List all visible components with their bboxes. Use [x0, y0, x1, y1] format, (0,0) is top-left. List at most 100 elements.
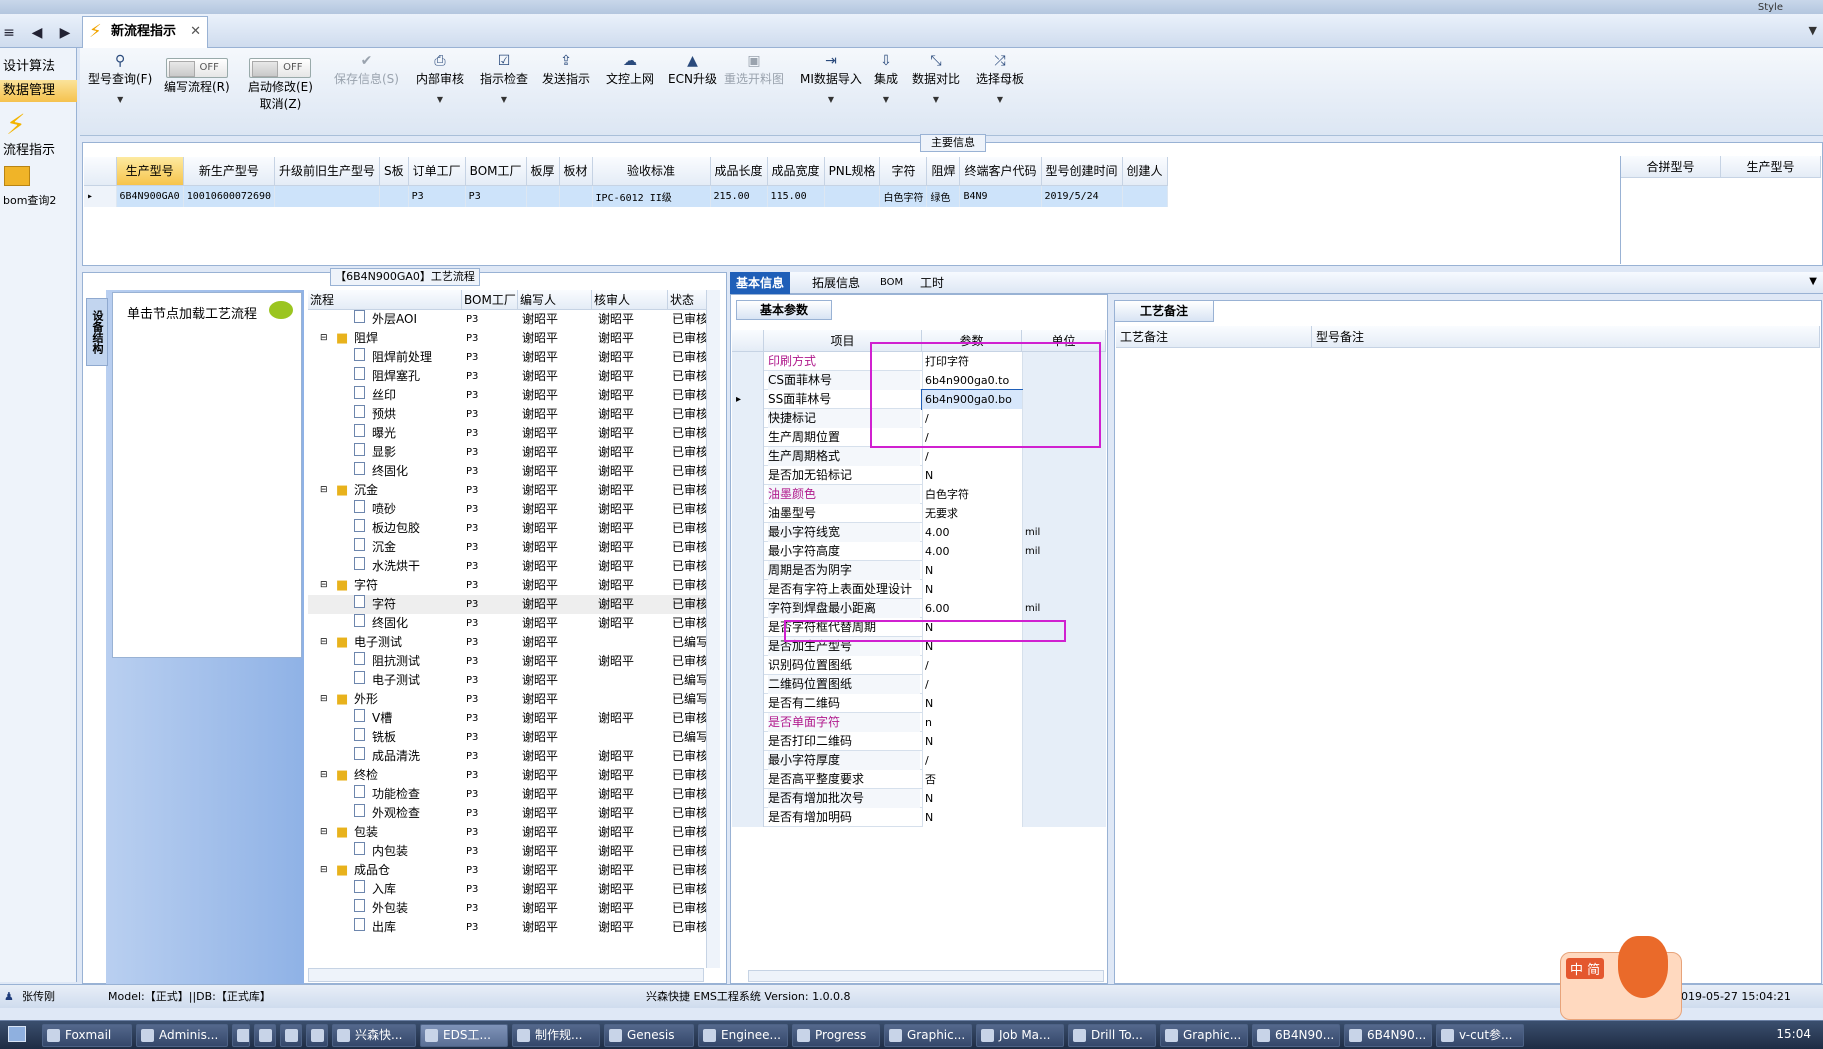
process-notes-tab[interactable]: 工艺备注: [1114, 300, 1214, 322]
forward-arrow-icon[interactable]: ▶: [56, 24, 74, 42]
row-header[interactable]: [732, 770, 764, 789]
cell[interactable]: IPC-6012 II级: [592, 185, 711, 207]
param-row[interactable]: 是否单面字符 n: [732, 713, 1106, 732]
param-value[interactable]: /: [922, 675, 1022, 694]
tree-row[interactable]: 外层AOI P3 谢昭平 谢昭平 已审核: [308, 310, 708, 329]
column-header[interactable]: BOM工厂: [462, 290, 518, 310]
row-selector-icon[interactable]: ▸: [84, 185, 117, 207]
model-query-button[interactable]: ⚲ 型号查询(F) ▼: [88, 52, 152, 104]
param-row[interactable]: 生产周期格式 /: [732, 447, 1106, 466]
nav-item-process-instruction[interactable]: 流程指示: [0, 140, 77, 162]
taskbar-item[interactable]: Adminis...: [136, 1024, 228, 1047]
param-value[interactable]: N: [922, 732, 1022, 751]
tree-row[interactable]: 阻焊塞孔 P3 谢昭平 谢昭平 已审核: [308, 367, 708, 386]
param-row[interactable]: 识别码位置图纸 /: [732, 656, 1106, 675]
param-value[interactable]: N: [922, 808, 1022, 827]
taskbar-item[interactable]: Job Ma...: [976, 1024, 1064, 1047]
toggle-switch[interactable]: OFF: [165, 58, 228, 78]
tree-row[interactable]: ⊟ ■ 包装 P3 谢昭平 谢昭平 已审核: [308, 823, 708, 842]
taskbar-item[interactable]: 兴森快...: [332, 1024, 416, 1047]
column-header[interactable]: 核审人: [592, 290, 668, 310]
taskbar-item[interactable]: 6B4N90...: [1252, 1024, 1340, 1047]
column-header[interactable]: 订单工厂: [408, 157, 466, 186]
collapse-icon[interactable]: ⊟: [320, 633, 328, 652]
tree-row[interactable]: 终固化 P3 谢昭平 谢昭平 已审核: [308, 462, 708, 481]
param-value[interactable]: n: [922, 713, 1022, 732]
integrate-button[interactable]: ⇩ 集成 ▼: [874, 52, 898, 104]
row-header[interactable]: [732, 675, 764, 694]
column-header[interactable]: 成品宽度: [767, 157, 825, 186]
collapse-icon[interactable]: ⊟: [320, 823, 328, 842]
row-header[interactable]: [732, 789, 764, 808]
column-header[interactable]: 板材: [559, 157, 593, 186]
row-header[interactable]: [732, 409, 764, 428]
cell[interactable]: 215.00: [710, 185, 768, 207]
menu-icon[interactable]: ≡: [0, 24, 18, 42]
start-button[interactable]: [0, 1020, 36, 1049]
style-menu[interactable]: Style: [1758, 2, 1783, 13]
taskbar-item[interactable]: Drill To...: [1068, 1024, 1156, 1047]
nav-item-data-management[interactable]: 数据管理: [0, 80, 77, 102]
param-value[interactable]: 4.00: [922, 542, 1022, 561]
row-header[interactable]: [732, 732, 764, 751]
column-header[interactable]: BOM工厂: [465, 157, 527, 186]
internal-review-button[interactable]: ⎙ 内部审核 ▼: [416, 52, 464, 104]
param-row[interactable]: 最小字符高度 4.00 mil: [732, 542, 1106, 561]
param-row[interactable]: 最小字符线宽 4.00 mil: [732, 523, 1106, 542]
row-header[interactable]: ▸: [732, 390, 764, 409]
nav-item-design-algorithm[interactable]: 设计算法: [0, 56, 77, 78]
tab-new-process-instruction[interactable]: ⚡ 新流程指示 ✕: [82, 16, 208, 48]
write-process-toggle[interactable]: OFF 编写流程(R): [164, 58, 230, 95]
tree-row[interactable]: 电子测试 P3 谢昭平 已编写: [308, 671, 708, 690]
cell[interactable]: [274, 185, 381, 207]
toggle-switch[interactable]: OFF: [249, 58, 312, 78]
column-header[interactable]: 成品长度: [710, 157, 768, 186]
row-header[interactable]: [732, 751, 764, 770]
side-tab-equipment-structure[interactable]: 设备结构: [86, 298, 108, 366]
param-value[interactable]: /: [922, 447, 1022, 466]
column-header[interactable]: 流程: [308, 290, 462, 310]
taskbar-item[interactable]: [254, 1024, 276, 1047]
ime-mascot[interactable]: 中 简: [1560, 936, 1682, 1020]
column-header[interactable]: 创建人: [1122, 157, 1168, 186]
row-header[interactable]: [732, 618, 764, 637]
cell[interactable]: B4N9: [959, 185, 1042, 207]
column-header[interactable]: 验收标准: [592, 157, 711, 186]
ecn-upgrade-button[interactable]: ▲ ECN升级: [668, 52, 717, 87]
taskbar-item[interactable]: Foxmail: [42, 1024, 132, 1047]
tree-row[interactable]: 终固化 P3 谢昭平 谢昭平 已审核: [308, 614, 708, 633]
row-header[interactable]: [732, 656, 764, 675]
tree-row[interactable]: 入库 P3 谢昭平 谢昭平 已审核: [308, 880, 708, 899]
tree-row[interactable]: 成品清洗 P3 谢昭平 谢昭平 已审核: [308, 747, 708, 766]
tab-work-hours[interactable]: 工时: [914, 272, 950, 294]
taskbar-item[interactable]: [306, 1024, 328, 1047]
taskbar-item[interactable]: 制作规...: [512, 1024, 600, 1047]
row-header[interactable]: [732, 447, 764, 466]
row-header[interactable]: [732, 371, 764, 390]
select-mother-board-button[interactable]: ⤮ 选择母板 ▼: [976, 52, 1024, 104]
column-header[interactable]: 工艺备注: [1116, 326, 1312, 348]
back-arrow-icon[interactable]: ◀: [28, 24, 46, 42]
collapse-icon[interactable]: ⊟: [320, 690, 328, 709]
tree-row[interactable]: 水洗烘干 P3 谢昭平 谢昭平 已审核: [308, 557, 708, 576]
cell[interactable]: 白色字符: [879, 185, 928, 207]
collapse-icon[interactable]: ⊟: [320, 861, 328, 880]
column-header[interactable]: 型号备注: [1312, 326, 1820, 348]
param-value[interactable]: /: [922, 656, 1022, 675]
column-header[interactable]: PNL规格: [824, 157, 881, 186]
tree-row[interactable]: 阻焊前处理 P3 谢昭平 谢昭平 已审核: [308, 348, 708, 367]
start-edit-toggle[interactable]: OFF 启动修改(E) 取消(Z): [248, 58, 313, 112]
tree-row[interactable]: 丝印 P3 谢昭平 谢昭平 已审核: [308, 386, 708, 405]
row-header[interactable]: [732, 637, 764, 656]
row-header[interactable]: [732, 523, 764, 542]
tree-row[interactable]: 功能检查 P3 谢昭平 谢昭平 已审核: [308, 785, 708, 804]
tree-row[interactable]: ⊟ ■ 外形 P3 谢昭平 已编写: [308, 690, 708, 709]
param-row[interactable]: 是否高平整度要求 否: [732, 770, 1106, 789]
close-icon[interactable]: ✕: [190, 17, 201, 47]
taskbar-item[interactable]: v-cut参...: [1436, 1024, 1524, 1047]
cell[interactable]: [526, 185, 560, 207]
row-header[interactable]: [732, 694, 764, 713]
horizontal-scrollbar[interactable]: [748, 970, 1104, 982]
param-value[interactable]: 6.00: [922, 599, 1022, 618]
horizontal-scrollbar[interactable]: [308, 968, 704, 982]
